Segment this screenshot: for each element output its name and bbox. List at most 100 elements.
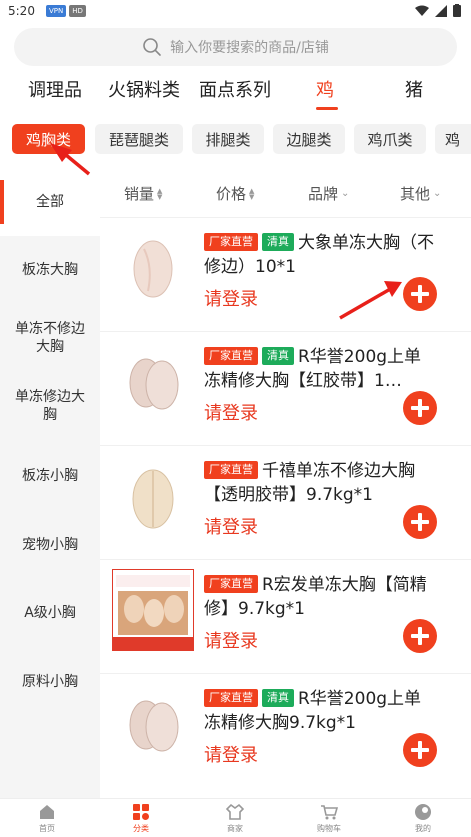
tag-direct-sale: 厂家直营: [204, 689, 258, 707]
nav-home-label: 首页: [39, 824, 55, 833]
product-row[interactable]: 厂家直营 清真 R华誉200g上单冻精修大胸9.7kg*1 请登录: [100, 675, 471, 788]
product-title[interactable]: 厂家直营 清真 大象单冻大胸（不修边）10*1: [204, 231, 436, 279]
sub-tag-more[interactable]: 鸡: [435, 124, 471, 154]
sidebar-item-label: 板冻小胸: [22, 468, 78, 484]
category-icon: [133, 804, 149, 820]
sub-tag-breast[interactable]: 鸡胸类: [12, 124, 85, 154]
add-to-cart-button[interactable]: [403, 505, 437, 539]
product-image-chicken-breast[interactable]: [112, 455, 194, 537]
sort-price[interactable]: 价格 ▲ ▼: [216, 183, 254, 204]
sidebar-item-board-big-breast[interactable]: 板冻大胸: [0, 236, 100, 304]
sort-bar: 销量 ▲ ▼ 价格 ▲ ▼ 品牌 ⌄ 其他 ⌄: [100, 168, 471, 218]
search-icon: [143, 38, 161, 56]
sidebar-item-label: 单冻不修边大胸: [15, 321, 85, 355]
add-to-cart-button[interactable]: [403, 277, 437, 311]
sidebar-item-label: 原料小胸: [22, 674, 78, 690]
nav-profile[interactable]: 我的: [378, 803, 468, 834]
sort-sales-label: 销量: [124, 185, 155, 203]
category-tab-tiaolipin[interactable]: 调理品: [28, 76, 82, 102]
chevron-down-icon: ⌄: [341, 188, 350, 199]
sidebar-item-label: 板冻大胸: [22, 262, 78, 278]
sub-tag-feet[interactable]: 鸡爪类: [354, 124, 426, 154]
sort-other[interactable]: 其他 ⌄: [400, 183, 441, 204]
sub-tag-drumstick[interactable]: 琵琶腿类: [95, 124, 183, 154]
product-row[interactable]: 厂家直营 清真 大象单冻大胸（不修边）10*1 请登录: [100, 219, 471, 332]
nav-profile-label: 我的: [415, 824, 431, 833]
sidebar-item-pet-small-breast[interactable]: 宠物小胸: [0, 511, 100, 579]
product-title[interactable]: 厂家直营 清真 R华誉200g上单冻精修大胸9.7kg*1: [204, 687, 436, 735]
category-tab-huoguo[interactable]: 火锅料类: [108, 76, 180, 102]
sub-category-tags: 鸡胸类 琵琶腿类 排腿类 边腿类 鸡爪类 鸡: [0, 124, 471, 156]
nav-home[interactable]: 首页: [2, 803, 92, 834]
sidebar-item-all[interactable]: 全部: [0, 168, 100, 236]
chevron-down-icon: ⌄: [433, 188, 442, 199]
sort-price-label: 价格: [216, 185, 247, 203]
product-list: 厂家直营 清真 大象单冻大胸（不修边）10*1 请登录 厂家直营 清真 R华誉200g上…: [100, 219, 471, 799]
status-badge-2: HD: [69, 5, 86, 17]
sidebar-item-board-small-breast[interactable]: 板冻小胸: [0, 442, 100, 510]
login-to-view-price[interactable]: 请登录: [204, 627, 258, 653]
add-to-cart-button[interactable]: [403, 733, 437, 767]
sidebar: 全部 板冻大胸 单冻不修边大胸 单冻修边大胸 板冻小胸 宠物小胸 A级小胸 原料…: [0, 168, 100, 798]
sort-arrows-icon: ▲ ▼: [249, 186, 255, 201]
product-row[interactable]: 厂家直营 清真 R华誉200g上单冻精修大胸【红胶带】1… 请登录: [100, 333, 471, 446]
tag-direct-sale: 厂家直营: [204, 233, 258, 251]
category-tab-chicken[interactable]: 鸡: [316, 76, 334, 102]
product-title[interactable]: 厂家直营 清真 R华誉200g上单冻精修大胸【红胶带】1…: [204, 345, 436, 393]
sidebar-item-label: 全部: [36, 194, 64, 210]
sidebar-item-a-grade[interactable]: A级小胸: [0, 579, 100, 647]
tag-halal: 清真: [262, 689, 294, 707]
sidebar-active-indicator: [0, 180, 4, 224]
status-icons: [415, 4, 461, 17]
add-to-cart-button[interactable]: [403, 619, 437, 653]
category-active-underline: [316, 107, 338, 110]
nav-category-label: 分类: [133, 824, 149, 833]
tag-halal: 清真: [262, 347, 294, 365]
bottom-nav: 首页 分类 商家 购物车 我的: [0, 798, 471, 837]
login-to-view-price[interactable]: 请登录: [204, 399, 258, 425]
nav-cart[interactable]: 购物车: [284, 803, 374, 834]
product-title[interactable]: 厂家直营 千禧单冻不修边大胸【透明胶带】9.7kg*1: [204, 459, 436, 507]
product-image-chicken-breast[interactable]: [112, 341, 194, 423]
product-row[interactable]: 厂家直营 R宏发单冻大胸【简精修】9.7kg*1 请登录: [100, 561, 471, 674]
sidebar-item-label: 宠物小胸: [22, 537, 78, 553]
nav-cart-label: 购物车: [317, 824, 341, 833]
nav-category[interactable]: 分类: [96, 803, 186, 834]
login-to-view-price[interactable]: 请登录: [204, 285, 258, 311]
sidebar-item-label: A级小胸: [24, 605, 76, 621]
status-time: 5:20: [8, 4, 35, 18]
sidebar-item-raw-small-breast[interactable]: 原料小胸: [0, 648, 100, 716]
category-tabs: 调理品 火锅料类 面点系列 鸡 猪: [0, 72, 471, 112]
add-to-cart-button[interactable]: [403, 391, 437, 425]
wifi-icon: [415, 5, 429, 16]
product-image-chicken-breast[interactable]: [112, 227, 194, 309]
sort-brand-label: 品牌: [308, 185, 339, 203]
tag-halal: 清真: [262, 233, 294, 251]
tag-direct-sale: 厂家直营: [204, 347, 258, 365]
sub-tag-leg[interactable]: 排腿类: [192, 124, 264, 154]
category-tab-pork[interactable]: 猪: [405, 76, 423, 102]
product-row[interactable]: 厂家直营 千禧单冻不修边大胸【透明胶带】9.7kg*1 请登录: [100, 447, 471, 560]
category-tab-miandian[interactable]: 面点系列: [199, 76, 271, 102]
battery-icon: [453, 4, 461, 17]
sort-sales[interactable]: 销量 ▲ ▼: [124, 183, 162, 204]
sidebar-item-single-untrimmed[interactable]: 单冻不修边大胸: [0, 304, 100, 372]
login-to-view-price[interactable]: 请登录: [204, 741, 258, 767]
login-to-view-price[interactable]: 请登录: [204, 513, 258, 539]
sub-tag-side-leg[interactable]: 边腿类: [273, 124, 345, 154]
sidebar-item-single-trimmed[interactable]: 单冻修边大胸: [0, 372, 100, 440]
sort-brand[interactable]: 品牌 ⌄: [308, 183, 349, 204]
tag-direct-sale: 厂家直营: [204, 575, 258, 593]
cart-icon: [321, 805, 338, 820]
home-icon: [40, 805, 54, 819]
search-bar[interactable]: 输入你要搜索的商品/店铺: [14, 28, 457, 66]
sort-arrows-icon: ▲ ▼: [157, 186, 163, 201]
nav-merchant[interactable]: 商家: [190, 803, 280, 834]
product-image-boxed-chicken-breast[interactable]: [112, 569, 194, 651]
search-placeholder: 输入你要搜索的商品/店铺: [170, 40, 329, 56]
status-badge-1: VPN: [46, 5, 67, 17]
product-title[interactable]: 厂家直营 R宏发单冻大胸【简精修】9.7kg*1: [204, 573, 436, 621]
signal-icon: [435, 4, 447, 17]
product-image-chicken-breast[interactable]: [112, 683, 194, 765]
sort-other-label: 其他: [400, 185, 431, 203]
